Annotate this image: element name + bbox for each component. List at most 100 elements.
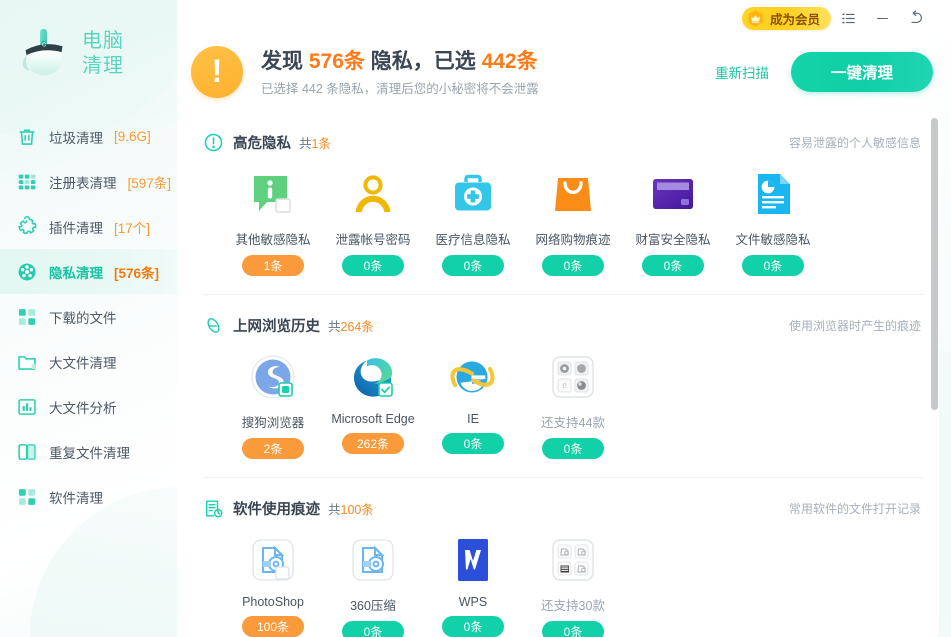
sidebar: C 电脑 清理 垃圾清理 [9.6G] xyxy=(0,0,177,637)
main-area: 成为会员 ! xyxy=(177,0,951,637)
section-tiles: 搜狗浏览器 2条 xyxy=(201,351,925,459)
user-account-icon xyxy=(347,168,399,220)
tile-label: PhotoShop xyxy=(242,595,304,609)
app-brand: C 电脑 清理 xyxy=(0,0,177,108)
photoshop-icon xyxy=(247,534,299,586)
section-note: 容易泄露的个人敏感信息 xyxy=(789,134,921,151)
tile-badge: 0条 xyxy=(342,255,404,276)
tile-badge: 0条 xyxy=(642,255,704,276)
app-brand-text: 电脑 清理 xyxy=(82,29,124,79)
tile-medical-info-privacy[interactable]: 医疗信息隐私 0条 xyxy=(423,168,523,276)
tile-badge: 100条 xyxy=(242,616,304,637)
section-count: 共264条 xyxy=(328,316,374,335)
section-software-usage-traces: 软件使用痕迹 共100条 常用软件的文件打开记录 xyxy=(201,478,925,637)
downloads-grid-icon xyxy=(16,306,38,328)
sidebar-item-registry-clean[interactable]: 注册表清理 [597条] xyxy=(0,159,177,204)
section-count-prefix: 共 xyxy=(299,137,312,151)
section-count-value: 1条 xyxy=(312,137,331,151)
summary-bar: ! 发现 576条 隐私，已选 442条 已选择 442 条隐私，清理后您的小秘… xyxy=(177,36,951,108)
sidebar-item-label: 下载的文件 xyxy=(49,307,117,327)
sidebar-item-label: 隐私清理 xyxy=(49,262,103,282)
become-member-label: 成为会员 xyxy=(770,9,820,28)
tile-360-zip[interactable]: 360压缩 0条 xyxy=(323,534,423,637)
tile-badge: 262条 xyxy=(342,433,404,454)
sidebar-item-count: [576条] xyxy=(114,262,159,282)
tile-label: WPS xyxy=(459,595,487,609)
rescan-button[interactable]: 重新扫描 xyxy=(715,62,769,82)
shopping-bag-icon xyxy=(547,168,599,220)
sidebar-item-duplicate-file-clean[interactable]: 重复文件清理 xyxy=(0,429,177,474)
become-member-button[interactable]: 成为会员 xyxy=(742,7,831,30)
sidebar-item-plugin-clean[interactable]: 插件清理 [17个] xyxy=(0,204,177,249)
section-note: 常用软件的文件打开记录 xyxy=(789,500,921,517)
more-software-icon xyxy=(547,534,599,586)
trash-icon xyxy=(16,126,38,148)
sogou-browser-icon xyxy=(247,351,299,403)
svg-text:C: C xyxy=(42,42,46,48)
section-header: 高危隐私 共1条 容易泄露的个人敏感信息 xyxy=(201,130,925,154)
section-count-value: 264条 xyxy=(341,320,374,334)
tile-leaked-account-password[interactable]: 泄露帐号密码 0条 xyxy=(323,168,423,276)
vertical-scrollbar[interactable] xyxy=(931,118,938,631)
sidebar-item-label: 重复文件清理 xyxy=(49,442,130,462)
tile-badge: 0条 xyxy=(542,255,604,276)
tile-label: Microsoft Edge xyxy=(331,412,414,426)
apps-grid-icon xyxy=(16,486,38,508)
sidebar-nav: 垃圾清理 [9.6G] 注 xyxy=(0,108,177,519)
tile-label: 财富安全隐私 xyxy=(635,229,710,248)
medical-kit-icon xyxy=(447,168,499,220)
section-tiles: PhotoShop 100条 xyxy=(201,534,925,637)
section-note: 使用浏览器时产生的痕迹 xyxy=(789,317,921,334)
section-header: 软件使用痕迹 共100条 常用软件的文件打开记录 xyxy=(201,496,925,520)
tile-other-sensitive-privacy[interactable]: 其他敏感隐私 1条 xyxy=(223,168,323,276)
section-count-prefix: 共 xyxy=(328,320,341,334)
one-click-clean-button[interactable]: 一键清理 xyxy=(791,52,933,92)
sidebar-item-label: 大文件清理 xyxy=(49,352,117,372)
sidebar-item-junk-clean[interactable]: 垃圾清理 [9.6G] xyxy=(0,114,177,159)
privacy-results-card: 高危隐私 共1条 容易泄露的个人敏感信息 xyxy=(187,112,939,637)
tile-badge: 0条 xyxy=(442,255,504,276)
tile-sogou-browser[interactable]: 搜狗浏览器 2条 xyxy=(223,351,323,459)
section-count-prefix: 共 xyxy=(328,503,341,517)
summary-found-count: 576条 xyxy=(309,50,365,73)
internet-explorer-icon xyxy=(447,351,499,403)
brand-line-1: 电脑 xyxy=(82,29,124,54)
sidebar-item-large-file-analysis[interactable]: 大文件分析 xyxy=(0,384,177,429)
microsoft-edge-icon xyxy=(347,351,399,403)
tile-more-software[interactable]: 还支持30款 0条 xyxy=(523,534,623,637)
360-zip-icon xyxy=(347,534,399,586)
tile-photoshop[interactable]: PhotoShop 100条 xyxy=(223,534,323,637)
software-record-icon xyxy=(203,498,224,519)
section-title: 上网浏览历史 xyxy=(233,315,320,336)
sidebar-item-downloads[interactable]: 下载的文件 xyxy=(0,294,177,339)
sidebar-item-software-clean[interactable]: 软件清理 xyxy=(0,474,177,519)
tile-label: 医疗信息隐私 xyxy=(435,229,510,248)
browser-history-icon xyxy=(203,315,224,336)
tile-wps[interactable]: WPS 0条 xyxy=(423,534,523,637)
document-chart-icon xyxy=(747,168,799,220)
sidebar-item-large-file-clean[interactable]: 大文件清理 xyxy=(0,339,177,384)
tile-microsoft-edge[interactable]: Microsoft Edge 262条 xyxy=(323,351,423,459)
tile-more-browsers[interactable]: e 还支持44款 0条 xyxy=(523,351,623,459)
scrollbar-thumb[interactable] xyxy=(931,118,938,410)
tile-badge: 0条 xyxy=(542,438,604,459)
minimize-icon[interactable] xyxy=(865,3,899,33)
sidebar-item-label: 注册表清理 xyxy=(49,172,117,192)
summary-title-prefix: 发现 xyxy=(261,50,309,73)
undo-back-icon[interactable] xyxy=(899,3,933,33)
broom-logo-icon: C xyxy=(14,23,76,85)
exclamation-circle-outline-icon xyxy=(203,132,224,153)
tile-label: 其他敏感隐私 xyxy=(235,229,310,248)
tile-internet-explorer[interactable]: IE 0条 xyxy=(423,351,523,459)
menu-list-icon[interactable] xyxy=(831,3,865,33)
folder-icon xyxy=(16,351,38,373)
tile-file-sensitive-privacy[interactable]: 文件敏感隐私 0条 xyxy=(723,168,823,276)
sidebar-item-privacy-clean[interactable]: 隐私清理 [576条] xyxy=(0,249,177,294)
section-count-value: 100条 xyxy=(341,503,374,517)
tile-badge: 2条 xyxy=(242,438,304,459)
more-browsers-icon: e xyxy=(547,351,599,403)
tile-label: 360压缩 xyxy=(350,595,396,614)
tile-wealth-security-privacy[interactable]: 财富安全隐私 0条 xyxy=(623,168,723,276)
registry-grid-icon xyxy=(16,171,38,193)
tile-online-shopping-traces[interactable]: 网络购物痕迹 0条 xyxy=(523,168,623,276)
